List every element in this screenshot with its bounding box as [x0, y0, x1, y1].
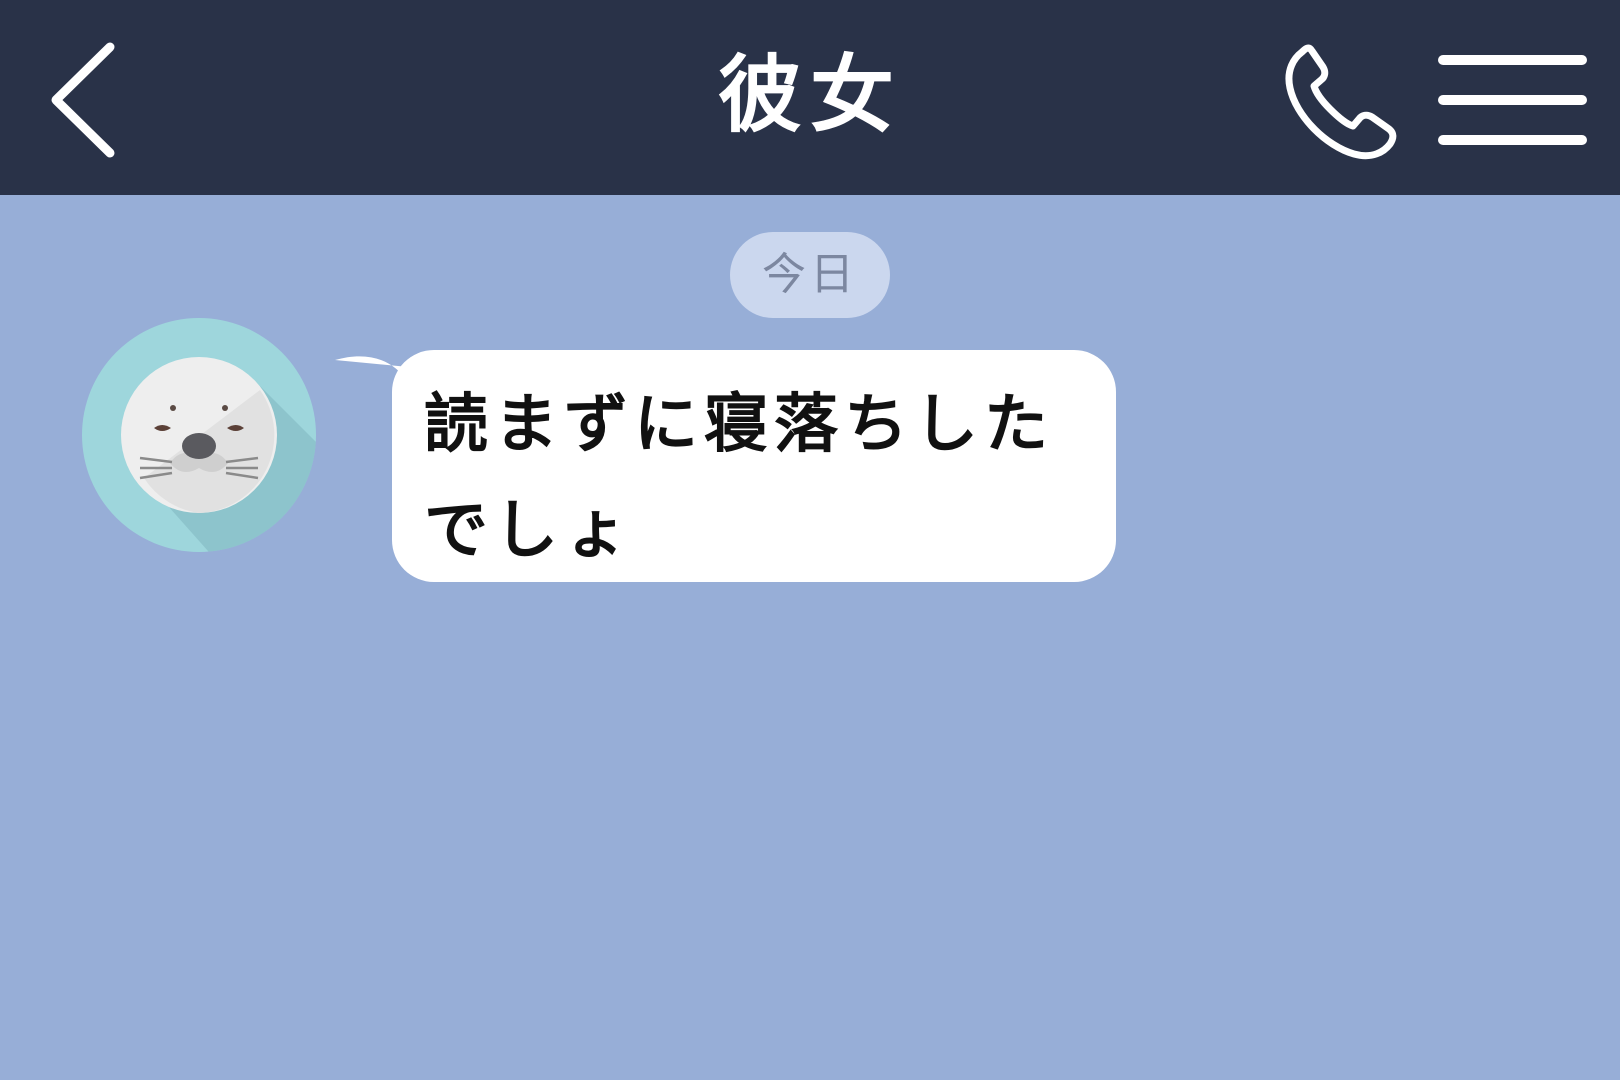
avatar[interactable] — [82, 318, 316, 552]
call-button[interactable] — [1280, 38, 1415, 168]
message-line: でしょ — [424, 494, 634, 568]
seal-avatar-icon — [82, 318, 316, 552]
message-incoming[interactable]: 読まずに寝落ちした でしょ — [330, 350, 1120, 600]
chat-area[interactable]: 今日 読まずに寝落ちした でしょ — [0, 195, 1620, 1080]
menu-button[interactable] — [1435, 48, 1590, 158]
message-line: 読まずに寝落ちした — [424, 388, 1054, 462]
hamburger-menu-icon — [1438, 55, 1587, 145]
message-bubble: 読まずに寝落ちした でしょ — [392, 350, 1116, 582]
chat-header: 彼女 — [0, 0, 1620, 195]
phone-icon — [1285, 44, 1397, 160]
date-separator: 今日 — [730, 232, 890, 318]
